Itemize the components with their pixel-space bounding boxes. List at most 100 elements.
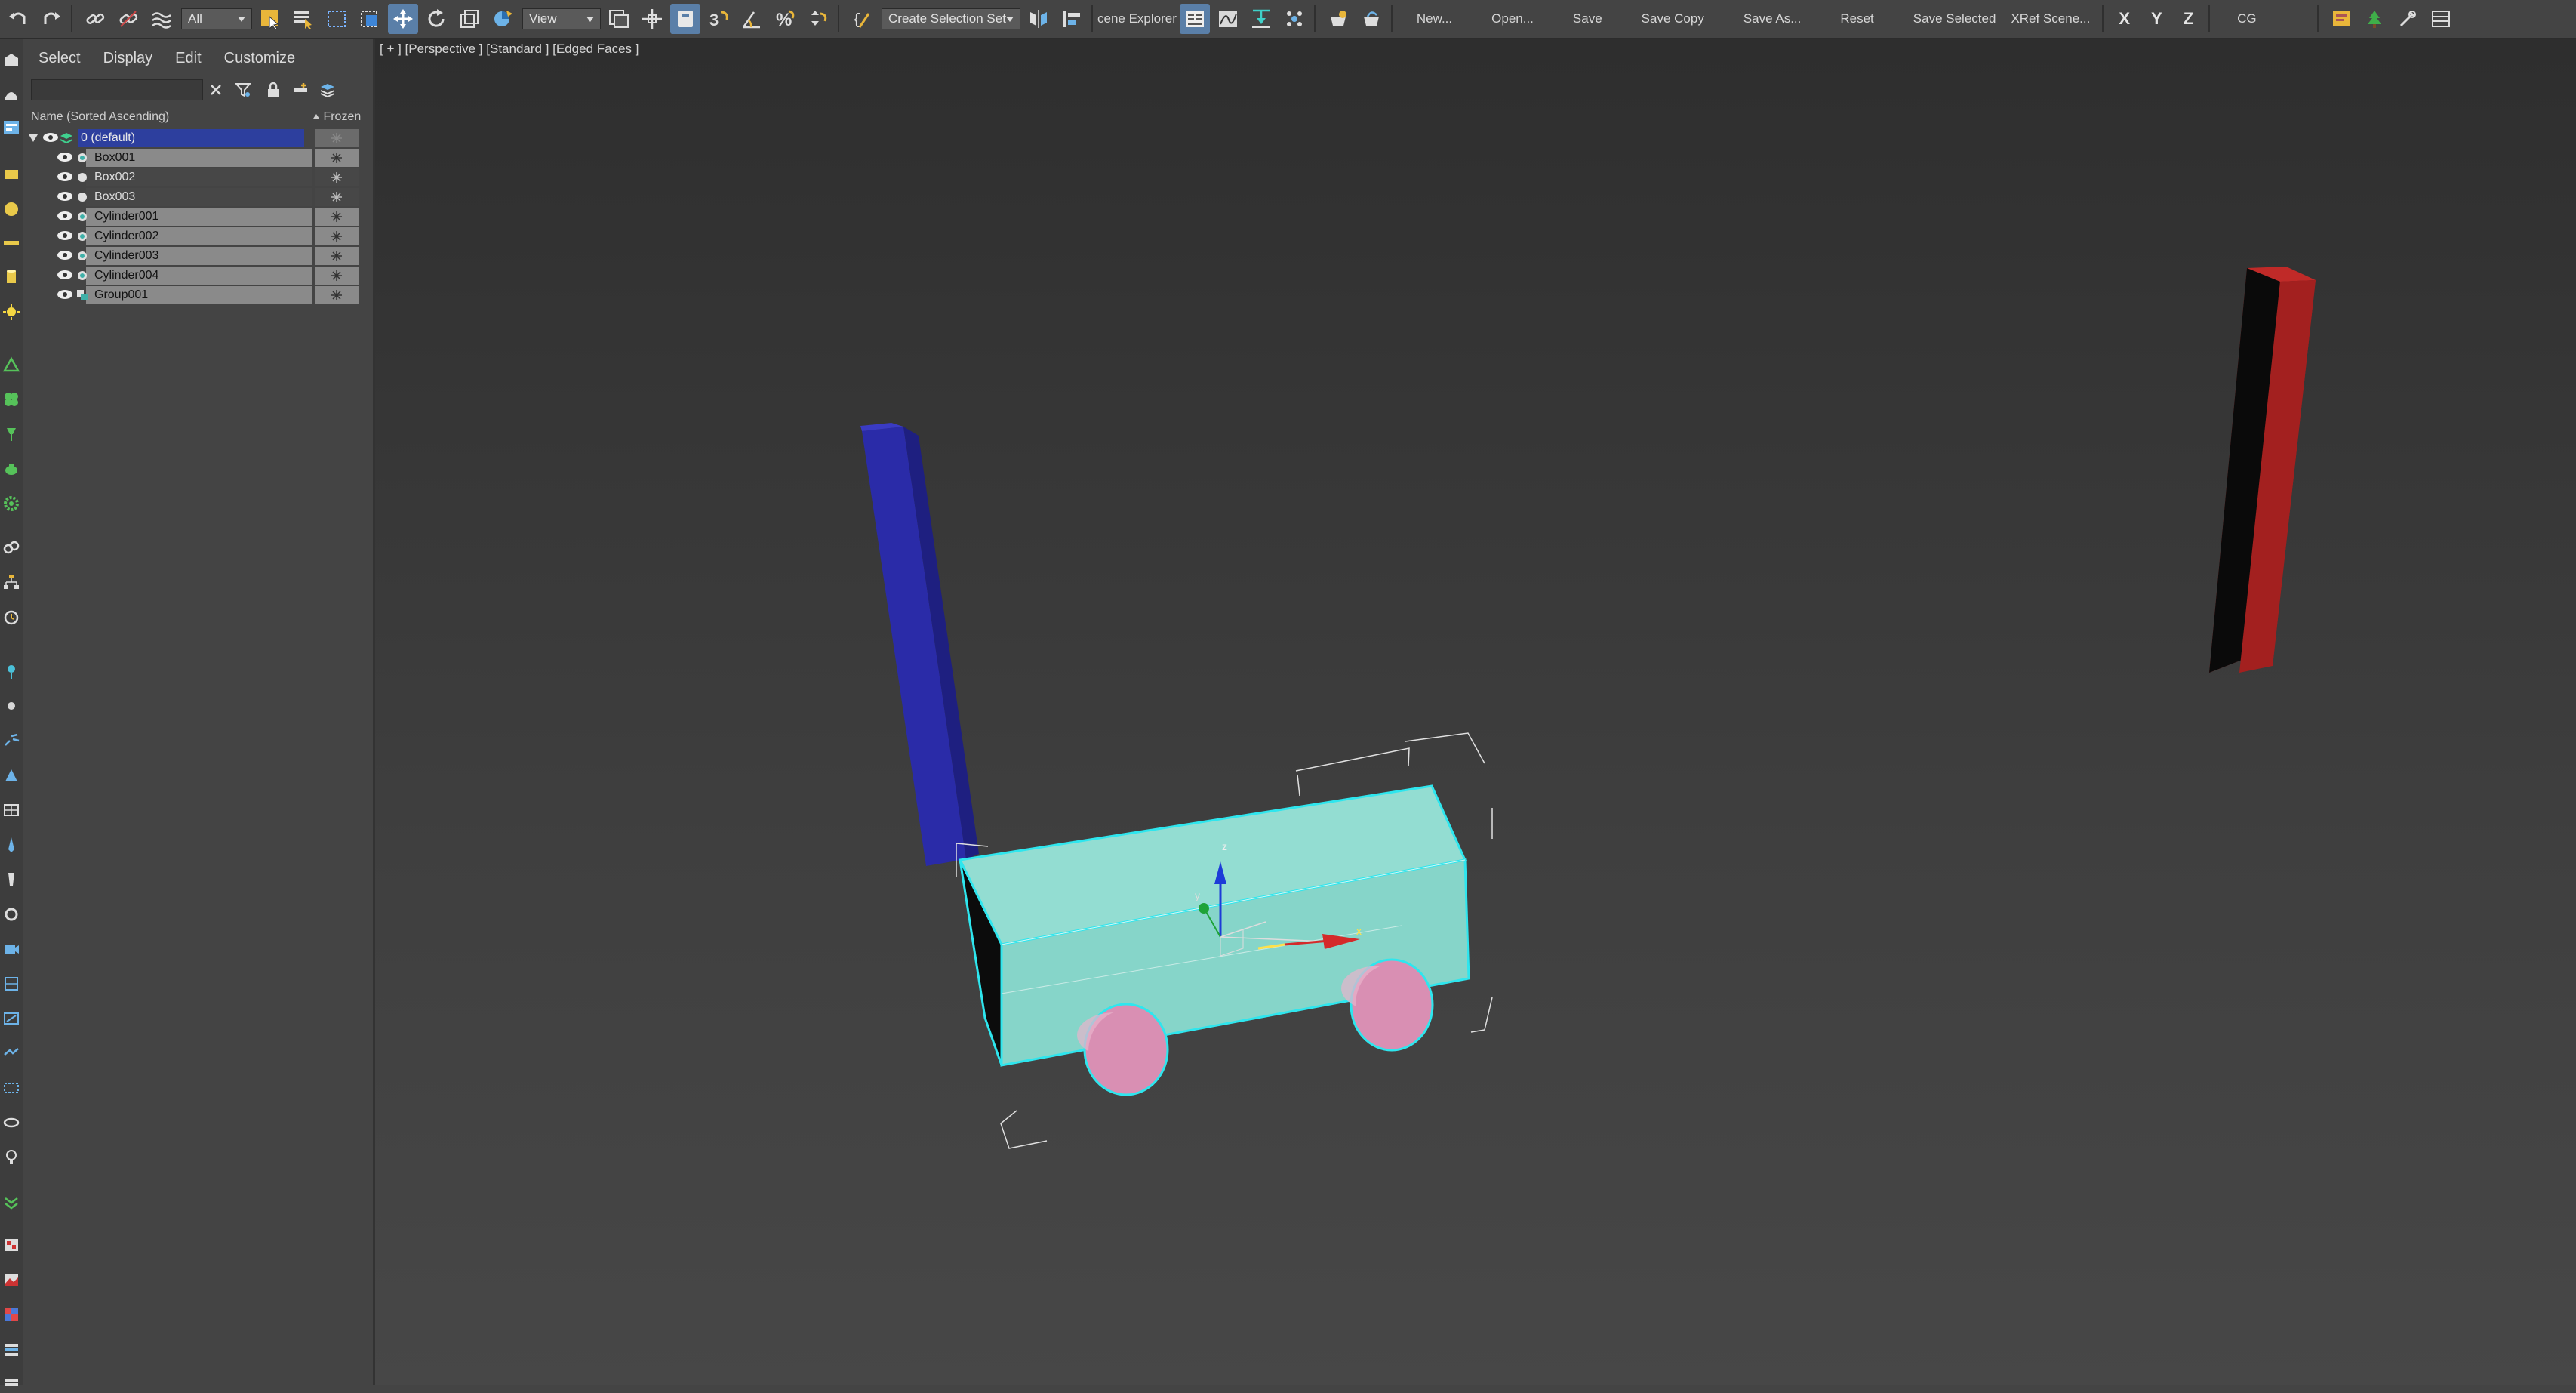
object-row[interactable]: Cylinder002 — [23, 227, 373, 246]
mirror-icon[interactable] — [1023, 4, 1054, 34]
menu-edit[interactable]: Edit — [175, 50, 201, 67]
bulb-icon[interactable] — [2, 1148, 20, 1166]
script-editor-icon[interactable] — [2326, 4, 2356, 34]
selection-filter-dropdown[interactable]: All — [181, 8, 252, 29]
object-row[interactable]: Group001 — [23, 285, 373, 305]
frozen-toggle[interactable] — [315, 247, 359, 265]
cg-button[interactable]: CG — [2214, 11, 2279, 26]
frame-helper-icon[interactable] — [2, 975, 20, 993]
blue-post-box[interactable] — [860, 423, 979, 866]
column-frozen-header[interactable]: Frozen — [312, 110, 361, 124]
panel-toggle-icon[interactable] — [2426, 4, 2456, 34]
new-scene-button[interactable]: New... — [1397, 11, 1472, 26]
filter-icon[interactable] — [233, 80, 253, 100]
grid-helper-icon[interactable] — [2, 801, 20, 819]
red-post-box[interactable] — [2209, 267, 2316, 673]
frozen-toggle[interactable] — [315, 129, 359, 147]
keyboard-shortcut-override-icon[interactable] — [670, 4, 700, 34]
eye-icon[interactable] — [57, 171, 73, 182]
target-light-icon[interactable] — [2, 662, 20, 680]
eye-icon[interactable] — [57, 230, 73, 241]
toggle-layer-explorer-icon[interactable] — [1179, 4, 1210, 34]
light-icon[interactable] — [2, 303, 20, 321]
percent-snap-icon[interactable]: % — [770, 4, 800, 34]
column-name-header[interactable]: Name (Sorted Ascending) — [31, 110, 169, 124]
layers-icon[interactable] — [2, 1375, 20, 1393]
menu-select[interactable]: Select — [38, 50, 81, 67]
reset-button[interactable]: Reset — [1820, 11, 1893, 26]
eye-icon[interactable] — [57, 211, 73, 221]
menu-customize[interactable]: Customize — [224, 50, 295, 67]
eye-icon[interactable] — [42, 132, 59, 143]
render-production-icon[interactable] — [1356, 4, 1386, 34]
eye-icon[interactable] — [57, 250, 73, 260]
angle-snap-icon[interactable] — [737, 4, 767, 34]
teapot-icon[interactable] — [2, 460, 20, 478]
add-layer-icon[interactable] — [291, 80, 310, 100]
expand-triangle-icon[interactable] — [28, 134, 38, 143]
image-icon[interactable] — [2, 1271, 20, 1289]
eye-icon[interactable] — [57, 191, 73, 202]
search-input[interactable] — [31, 79, 203, 100]
save-button[interactable]: Save — [1553, 11, 1622, 26]
dashed-rect-icon[interactable] — [2, 1079, 20, 1097]
material-editor-icon[interactable] — [1279, 4, 1310, 34]
spray-cam-icon[interactable] — [2, 1044, 20, 1062]
hierarchy-tree-icon[interactable] — [2, 573, 20, 591]
select-and-scale-icon[interactable] — [454, 4, 485, 34]
save-selected-button[interactable]: Save Selected — [1894, 11, 2004, 26]
perspective-viewport[interactable]: [ + ] [Perspective ] [Standard ] [Edged … — [375, 39, 2576, 1385]
save-copy-button[interactable]: Save Copy — [1622, 11, 1724, 26]
save-as-button[interactable]: Save As... — [1724, 11, 1821, 26]
frozen-toggle[interactable] — [315, 208, 359, 226]
gear-icon[interactable] — [2, 495, 20, 513]
frozen-toggle[interactable] — [315, 267, 359, 285]
spray-icon[interactable] — [2, 732, 20, 750]
rotate-helper-icon[interactable] — [2, 905, 20, 923]
particle-icon[interactable] — [2, 766, 20, 784]
frozen-toggle[interactable] — [315, 286, 359, 304]
tools-icon[interactable] — [2393, 4, 2423, 34]
layers-toggle-icon[interactable] — [318, 80, 337, 100]
checker-icon[interactable] — [2, 1305, 20, 1324]
select-by-name-icon[interactable] — [288, 4, 319, 34]
select-and-place-icon[interactable] — [488, 4, 518, 34]
scene-explorer-toggle[interactable]: cene Explorer — [1097, 11, 1177, 26]
frozen-toggle[interactable] — [315, 149, 359, 167]
object-row[interactable]: Cylinder004 — [23, 266, 373, 285]
lamp-icon[interactable] — [2, 425, 20, 443]
motion-panel-icon[interactable] — [2, 165, 20, 183]
spinner-snap-icon[interactable] — [803, 4, 833, 34]
select-manipulate-icon[interactable] — [637, 4, 667, 34]
window-crossing-icon[interactable] — [355, 4, 385, 34]
frozen-toggle[interactable] — [315, 168, 359, 186]
render-setup-icon[interactable] — [1323, 4, 1353, 34]
frozen-toggle[interactable] — [315, 188, 359, 206]
ring-icon[interactable] — [2, 1114, 20, 1132]
pen-icon[interactable] — [2, 836, 20, 854]
eye-icon[interactable] — [57, 289, 73, 300]
object-row[interactable]: Box001 — [23, 148, 373, 168]
object-row[interactable]: Cylinder001 — [23, 207, 373, 227]
lock-icon[interactable] — [263, 80, 283, 100]
close-icon[interactable] — [206, 80, 226, 100]
cylinder-icon[interactable] — [2, 268, 20, 286]
modify-panel-icon[interactable] — [2, 85, 20, 103]
tape-icon[interactable] — [2, 1009, 20, 1028]
layer-row[interactable]: 0 (default) — [23, 128, 373, 148]
curve-editor-icon[interactable] — [1213, 4, 1243, 34]
snaps-toggle-icon[interactable]: 3 — [703, 4, 734, 34]
create-panel-icon[interactable] — [2, 51, 20, 69]
axis-x-button[interactable]: X — [2108, 9, 2141, 29]
shapes-icon[interactable] — [2, 356, 20, 374]
rear-wheel-cylinder[interactable] — [1341, 958, 1434, 1052]
menu-display[interactable]: Display — [103, 50, 153, 67]
unlink-icon[interactable] — [113, 4, 143, 34]
edit-named-selection-icon[interactable]: { — [847, 4, 877, 34]
link-icon[interactable] — [80, 4, 110, 34]
hierarchy-panel-icon[interactable] — [2, 119, 20, 137]
layers-icon[interactable] — [2, 1340, 20, 1358]
undo-icon[interactable] — [3, 4, 33, 34]
front-wheel-cylinder[interactable] — [1077, 1003, 1169, 1096]
camera-icon[interactable] — [2, 940, 20, 958]
